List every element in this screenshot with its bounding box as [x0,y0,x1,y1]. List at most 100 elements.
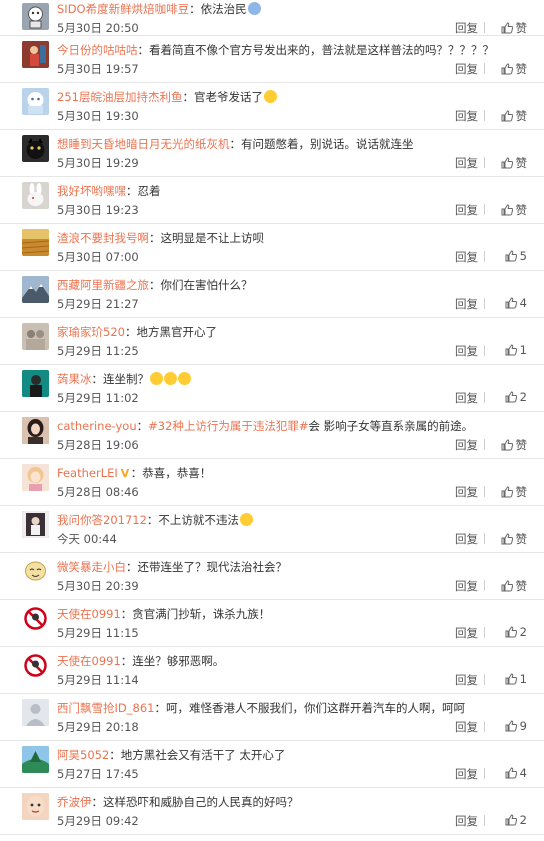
username-link[interactable]: 西门飘雪抢ID_861 [57,701,154,715]
username-link[interactable]: 我问你答201712 [57,513,147,527]
avatar[interactable] [22,417,49,444]
comment-time: 5月30日 19:30 [57,109,139,123]
action-divider [484,251,485,262]
username-link[interactable]: 西藏阿里新疆之旅 [57,278,149,292]
like-button[interactable]: 9 [505,719,527,733]
like-button[interactable]: 赞 [501,202,527,218]
reply-button[interactable]: 回复 [455,249,478,265]
avatar[interactable] [22,605,49,632]
comment-line: 天使在0991：连坐？够邪恶啊。 [57,653,537,669]
reply-button[interactable]: 回复 [455,625,478,641]
username-link[interactable]: 251层皖油层加持杰利鱼 [57,90,182,104]
avatar[interactable] [22,276,49,303]
like-button[interactable]: 5 [505,249,527,263]
username-link[interactable]: 渣浪不要封我号啊 [57,231,149,245]
avatar[interactable] [22,652,49,679]
like-button[interactable]: 赞 [501,61,527,77]
username-link[interactable]: 乔波伊 [57,795,92,809]
action-divider [484,674,485,685]
like-button[interactable]: 4 [505,766,527,780]
like-button[interactable]: 4 [505,296,527,310]
avatar[interactable] [22,464,49,491]
avatar[interactable] [22,746,49,773]
reply-button[interactable]: 回复 [455,61,478,77]
reply-button[interactable]: 回复 [455,437,478,453]
reply-button[interactable]: 回复 [455,390,478,406]
action-divider [484,721,485,732]
reply-button[interactable]: 回复 [455,296,478,312]
avatar[interactable] [22,41,49,68]
reply-button[interactable]: 回复 [455,766,478,782]
like-count: 5 [519,249,527,263]
username-link[interactable]: 蒟果冰 [57,372,92,386]
like-button[interactable]: 1 [505,672,527,686]
avatar[interactable] [22,182,49,209]
comment-text: 呵，难怪香港人不服我们，你们这群开着汽车的人啊，呵呵 [165,701,465,715]
username-link[interactable]: 微笑暴走小白 [57,560,126,574]
comment-separator: ： [120,654,133,668]
avatar[interactable] [22,323,49,350]
reply-button[interactable]: 回复 [455,108,478,124]
emoji-icon [178,372,191,385]
avatar[interactable] [22,88,49,115]
action-divider [484,580,485,591]
action-divider [484,533,485,544]
avatar[interactable] [22,558,49,585]
reply-button[interactable]: 回复 [455,813,478,829]
username-link[interactable]: 想睡到天昏地暗日月无光的纸灰机 [57,137,230,151]
hashtag-link[interactable]: #32种上访行为属于违法犯罪# [148,419,308,433]
emoji-icon [150,372,163,385]
like-button[interactable]: 赞 [501,437,527,453]
like-button[interactable]: 2 [505,390,527,404]
avatar[interactable] [22,3,49,30]
reply-button[interactable]: 回复 [455,484,478,500]
comment-time: 5月29日 20:18 [57,720,139,734]
username-link[interactable]: 我好坏哟嘿嘿 [57,184,126,198]
comment-time: 5月28日 08:46 [57,485,139,499]
username-link[interactable]: catherine-you [57,419,137,433]
like-button[interactable]: 赞 [501,155,527,171]
emoji-icon [239,513,253,526]
like-button[interactable]: 2 [505,625,527,639]
avatar[interactable] [22,699,49,726]
avatar[interactable] [22,511,49,538]
username-link[interactable]: 天使在0991 [57,654,121,668]
like-button[interactable]: 1 [505,343,527,357]
username-link[interactable]: SIDO希度新鲜烘焙咖啡豆 [57,2,189,16]
like-count: 4 [519,766,527,780]
reply-button[interactable]: 回复 [455,20,478,36]
reply-button[interactable]: 回复 [455,155,478,171]
comment-text: 你们在害怕什么？ [160,278,253,292]
like-button[interactable]: 赞 [501,531,527,547]
username-link[interactable]: 阿昊5052 [57,748,109,762]
reply-button[interactable]: 回复 [455,531,478,547]
like-button[interactable]: 赞 [501,578,527,594]
comment-line: 今日份的咕咕咕：看着简直不像个官方号发出来的，普法就是这样普法的吗？？？？？ [57,42,537,58]
comment-line: 西藏阿里新疆之旅：你们在害怕什么？ [57,277,537,293]
comment-text: 看着简直不像个官方号发出来的，普法就是这样普法的吗？？？？？ [149,43,494,57]
comment-item: 渣浪不要封我号啊：这明显是不让上访呗 5月30日 07:00 回复 5 [0,224,544,271]
username-link[interactable]: 家瑜家玠520 [57,325,125,339]
reply-button[interactable]: 回复 [455,202,478,218]
comment-item: SIDO希度新鲜烘焙咖啡豆：依法治民 5月30日 20:50 回复 赞 [0,0,544,36]
avatar[interactable] [22,135,49,162]
like-button[interactable]: 赞 [501,108,527,124]
reply-button[interactable]: 回复 [455,719,478,735]
like-button[interactable]: 赞 [501,20,527,36]
username-link[interactable]: 今日份的咕咕咕 [57,43,138,57]
thumb-up-icon [501,580,513,592]
like-button[interactable]: 2 [505,813,527,827]
comment-time: 5月30日 20:39 [57,579,139,593]
username-link[interactable]: 天使在0991 [57,607,121,621]
comment-line: 乔波伊：这样恐吓和威胁自己的人民真的好吗？ [57,794,537,810]
avatar[interactable] [22,370,49,397]
avatar[interactable] [22,793,49,820]
like-button[interactable]: 赞 [501,484,527,500]
emoji-icon [247,2,261,15]
reply-button[interactable]: 回复 [455,343,478,359]
reply-button[interactable]: 回复 [455,578,478,594]
username-link[interactable]: FeatherLEI [57,466,118,480]
avatar[interactable] [22,229,49,256]
reply-button[interactable]: 回复 [455,672,478,688]
comment-item: FeatherLEI V：恭喜，恭喜！ 5月28日 08:46 回复赞 [0,459,544,506]
